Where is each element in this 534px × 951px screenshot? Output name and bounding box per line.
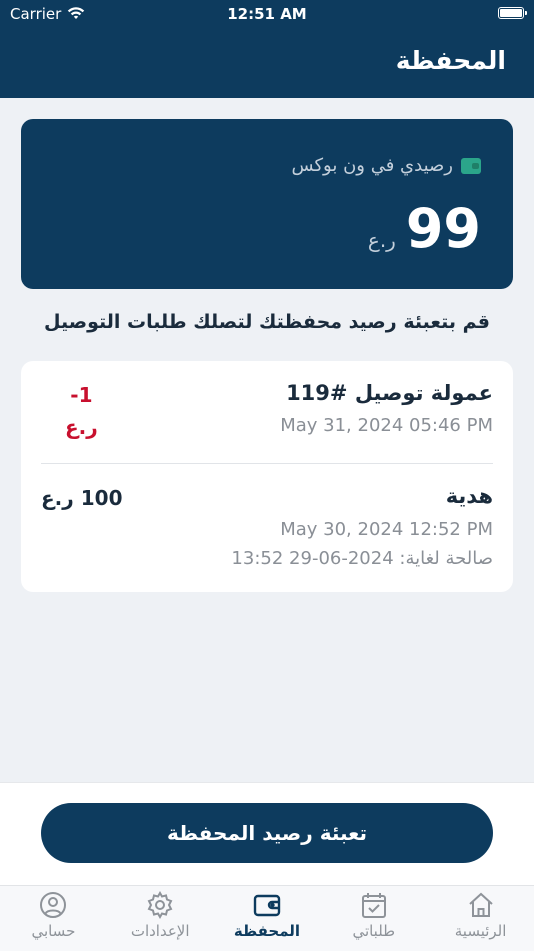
tab-home[interactable]: الرئيسية (427, 886, 534, 951)
list-item[interactable]: هدية May 30, 2024 12:52 PM صالحة لغاية: … (21, 464, 513, 592)
tab-label: الإعدادات (130, 922, 190, 940)
transaction-title: عمولة توصيل #119 (286, 381, 493, 405)
tab-wallet[interactable]: المحفظة (214, 886, 321, 951)
balance-label: رصيدي في ون بوكس (291, 155, 453, 176)
balance-amount-row: 99 ر.ع (368, 197, 481, 260)
wallet-icon (461, 157, 481, 174)
tab-label: المحفظة (233, 922, 301, 940)
tab-label: حسابي (31, 922, 76, 940)
transaction-valid-until: صالحة لغاية: 2024-06-29 13:52 (231, 548, 493, 569)
transaction-title: هدية (445, 484, 493, 508)
topup-hint: قم بتعبئة رصيد محفظتك لتصلك طلبات التوصي… (44, 311, 490, 333)
status-time: 12:51 AM (227, 5, 307, 23)
tab-settings[interactable]: الإعدادات (107, 886, 214, 951)
status-bar: Carrier 12:51 AM (0, 0, 534, 28)
transaction-date: May 30, 2024 12:52 PM (280, 519, 493, 540)
balance-label-row: رصيدي في ون بوكس (292, 155, 481, 176)
balance-currency: ر.ع (367, 228, 396, 252)
header: المحفظة (0, 28, 534, 98)
balance-card: رصيدي في ون بوكس 99 ر.ع (21, 119, 513, 289)
tab-account[interactable]: حسابي (0, 886, 107, 951)
tab-label: طلباتي (352, 922, 396, 940)
transactions-list: عمولة توصيل #119 May 31, 2024 05:46 PM -… (21, 361, 513, 592)
transaction-amount-value: -1 (70, 383, 93, 407)
gear-icon (147, 890, 173, 920)
tab-orders[interactable]: طلباتي (320, 886, 427, 951)
home-icon (468, 892, 493, 917)
wallet-icon (253, 894, 281, 917)
page-title: المحفظة (395, 46, 506, 75)
transaction-amount: -1 ر.ع (65, 379, 98, 443)
person-icon (40, 892, 67, 918)
transaction-amount: 100 ر.ع (41, 486, 123, 510)
balance-amount: 99 (405, 197, 481, 260)
transaction-date: May 31, 2024 05:46 PM (280, 415, 493, 436)
battery-icon (498, 7, 527, 19)
transaction-amount-currency: ر.ع (65, 415, 98, 439)
calendar-check-icon (361, 893, 386, 918)
tab-bar: حسابي الإعدادات المحفظة طلباتي الرئيسية (0, 885, 534, 951)
list-item[interactable]: عمولة توصيل #119 May 31, 2024 05:46 PM -… (21, 361, 513, 463)
tab-label: الرئيسية (454, 922, 507, 940)
topup-wallet-button[interactable]: تعبئة رصيد المحفظة (41, 803, 493, 863)
